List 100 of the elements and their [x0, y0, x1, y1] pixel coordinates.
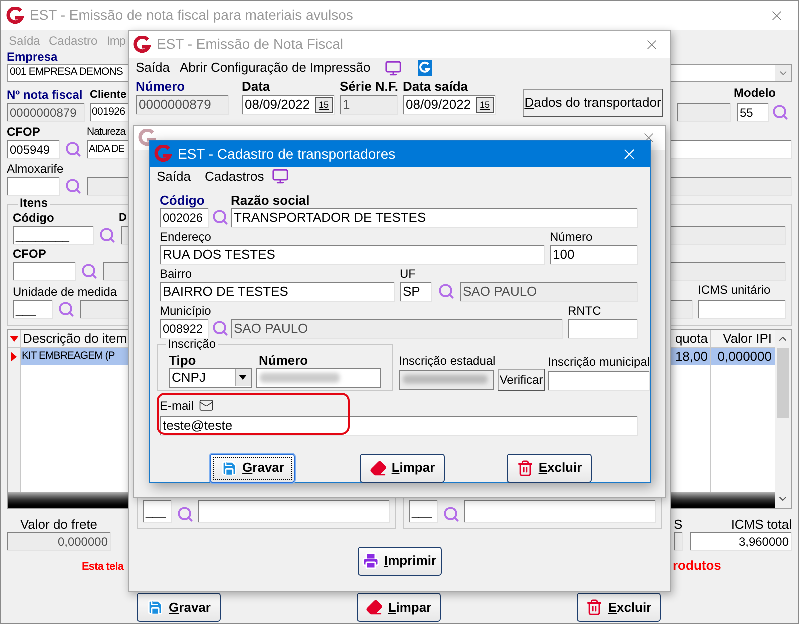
field-label: Número [259, 354, 308, 366]
field-label: Série N.F. [340, 80, 400, 93]
search-icon[interactable] [81, 263, 98, 280]
input-field[interactable]: 0,000000 [7, 532, 111, 551]
warning-text: Esta tela [82, 560, 124, 574]
input-field[interactable]: SP [400, 282, 432, 302]
group-title: Inscrição [166, 338, 218, 350]
table-cell: 18,00 [673, 348, 711, 365]
date-field[interactable]: 08/09/2022 15 [242, 95, 335, 115]
column-header[interactable]: Valor IPI [711, 330, 775, 347]
input-field[interactable]: BAIRRO DE TESTES [160, 282, 395, 302]
input-field[interactable] [13, 262, 76, 281]
menu-item[interactable]: Abrir Configuração de Impressão [180, 58, 371, 78]
input-field[interactable]: 3,960000 [690, 532, 792, 551]
input-field[interactable]: teste@teste [160, 416, 638, 436]
printer-icon [362, 552, 380, 570]
calendar-button[interactable]: 15 [315, 97, 333, 113]
input-field[interactable] [7, 177, 60, 196]
search-icon[interactable] [772, 104, 789, 121]
monitor-icon[interactable] [272, 168, 290, 186]
input-field[interactable] [568, 318, 638, 338]
save-button[interactable]: Gravar [137, 593, 221, 622]
column-header[interactable]: quota [673, 330, 711, 347]
sort-arrow-icon[interactable] [10, 336, 18, 342]
logo-icon [138, 129, 156, 147]
row-pointer-icon [11, 352, 17, 362]
search-icon[interactable] [212, 320, 228, 337]
menu-item[interactable]: Saída [136, 58, 170, 78]
field-label: Razão social [231, 194, 310, 206]
search-icon[interactable] [176, 506, 194, 523]
field-label: Empresa [7, 51, 58, 64]
field-label: Inscrição estadual [399, 354, 497, 368]
field-label: Bairro [160, 268, 194, 280]
field-label: Nº nota fiscal [7, 89, 84, 102]
vertical-scrollbar[interactable] [775, 330, 791, 508]
monitor-icon[interactable] [384, 60, 402, 76]
eraser-icon [366, 599, 384, 616]
menu-item[interactable]: Cadastros [204, 167, 264, 186]
input-field[interactable] [677, 103, 731, 122]
input-field[interactable]: 0000000879 [7, 103, 85, 122]
delete-button[interactable]: Excluir [507, 454, 592, 482]
field-label: Código [160, 194, 206, 206]
input-field[interactable] [256, 368, 381, 388]
field-label: Tipo [169, 354, 198, 366]
search-icon[interactable] [65, 178, 82, 195]
search-icon[interactable] [438, 283, 454, 300]
input-field[interactable] [674, 532, 683, 551]
field-label: Unidade de medida [13, 286, 118, 299]
date-field[interactable]: 08/09/2022 15 [403, 95, 496, 115]
input-field[interactable]: 008922 [160, 318, 209, 338]
input-field[interactable] [399, 370, 494, 390]
search-icon[interactable] [442, 506, 460, 523]
input-field[interactable] [198, 500, 390, 523]
input-field[interactable]: TRANSPORTADOR DE TESTES [231, 208, 638, 228]
field-label: Modelo [734, 86, 776, 100]
input-field[interactable]: RUA DOS TESTES [160, 244, 545, 264]
search-icon[interactable] [58, 301, 75, 318]
calendar-button[interactable]: 15 [476, 97, 494, 113]
field-label: CFOP [7, 126, 42, 139]
menu-item[interactable]: Saída [157, 167, 191, 186]
delete-button[interactable]: Excluir [577, 593, 661, 622]
input-field[interactable]: 005949 [7, 140, 60, 159]
verify-button[interactable]: Verificar [498, 368, 545, 390]
field-label: Natureza [87, 126, 126, 139]
field-label: Cliente [90, 89, 127, 102]
clear-button[interactable]: Limpar [360, 454, 445, 482]
input-field[interactable]: ___ [13, 300, 53, 319]
field-label: D [119, 212, 127, 225]
search-icon[interactable] [212, 209, 228, 226]
input-field[interactable]: ___ [143, 500, 172, 523]
input-field[interactable] [698, 300, 786, 319]
input-field[interactable]: SAO PAULO [231, 318, 563, 338]
input-field[interactable]: SAO PAULO [460, 282, 638, 302]
field-label: Número [136, 80, 186, 93]
field-label: Inscrição municipal [548, 356, 650, 368]
field-label: CFOP [13, 248, 46, 261]
field-label: Valor do frete [20, 518, 98, 531]
input-field[interactable] [548, 370, 650, 390]
input-field[interactable]: 002026 [160, 208, 209, 228]
field-label: UF [400, 268, 416, 280]
window-title: EST - Emissão de Nota Fiscal [157, 35, 344, 54]
app-icon[interactable] [418, 60, 432, 76]
search-icon[interactable] [65, 141, 82, 158]
input-field[interactable]: ___ [409, 500, 438, 523]
input-field[interactable]: 55 [737, 103, 769, 122]
type-dropdown[interactable]: CNPJ [169, 368, 252, 388]
input-field[interactable] [464, 500, 656, 523]
carrier-data-button[interactable]: Dados do transportador [523, 89, 663, 117]
field-label: Código [13, 212, 56, 225]
clear-button[interactable]: Limpar [357, 593, 441, 622]
trash-icon [586, 599, 604, 616]
search-icon[interactable] [99, 227, 116, 244]
input-field[interactable]: ________ [13, 226, 94, 245]
window-title: EST - Cadastro de transportadores [178, 144, 396, 164]
save-button[interactable]: Gravar [210, 454, 295, 482]
envelope-icon [199, 398, 214, 412]
trash-icon [516, 460, 534, 476]
print-button[interactable]: Imprimir [358, 546, 442, 576]
input-field[interactable]: 100 [550, 244, 638, 264]
table-cell-text: KIT EMBREAGEM (P [21, 349, 116, 364]
